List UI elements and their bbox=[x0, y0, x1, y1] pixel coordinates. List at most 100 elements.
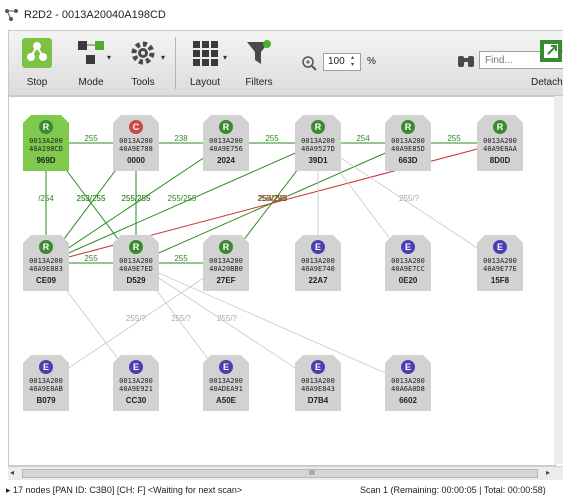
network-node[interactable]: E 0013A200 40A9E921 CC30 bbox=[113, 355, 159, 411]
link-line[interactable] bbox=[45, 142, 319, 264]
node-type-badge: E bbox=[129, 360, 143, 374]
node-address-high: 0013A200 bbox=[301, 257, 335, 265]
node-address-low: 40ADEA91 bbox=[209, 385, 243, 393]
scroll-grip: III bbox=[309, 470, 315, 477]
link-label: /254 bbox=[38, 194, 54, 203]
node-short-address: 15F8 bbox=[490, 276, 510, 285]
node-address-high: 0013A200 bbox=[391, 257, 425, 265]
node-type-badge: C bbox=[129, 120, 143, 134]
mode-label: Mode bbox=[78, 77, 104, 88]
node-short-address: 22A7 bbox=[308, 276, 328, 285]
network-node[interactable]: E 0013A200 40A9E843 D7B4 bbox=[295, 355, 341, 411]
scroll-thumb[interactable]: III bbox=[22, 469, 538, 478]
node-address-low: 40A6A0D8 bbox=[391, 385, 425, 393]
network-node[interactable]: R 0013A200 40A9E85D 663D bbox=[385, 115, 431, 171]
zoom-value: 100 bbox=[328, 56, 345, 67]
zoom-spinner[interactable]: ▴ ▾ bbox=[351, 55, 359, 69]
node-address-low: 40A9E843 bbox=[301, 385, 335, 393]
node-short-address: 6602 bbox=[399, 396, 417, 405]
link-label: 255/? bbox=[217, 314, 238, 323]
network-node[interactable]: E 0013A200 40A9E740 22A7 bbox=[295, 235, 341, 291]
node-short-address: CE09 bbox=[35, 276, 56, 285]
link-label: 255 bbox=[265, 134, 279, 143]
filter-icon bbox=[247, 40, 271, 64]
node-address-high: 0013A200 bbox=[29, 377, 63, 385]
link-label: 254 bbox=[356, 134, 370, 143]
network-node[interactable]: C 0013A200 40A9E788 0000 bbox=[113, 115, 159, 171]
status-summary: ▸ 17 nodes [PAN ID: C3B0] [CH: F] <Waiti… bbox=[6, 485, 243, 495]
scroll-left-icon[interactable]: ◂ bbox=[10, 468, 14, 477]
node-short-address: B079 bbox=[36, 396, 56, 405]
node-type-badge: R bbox=[401, 120, 415, 134]
node-address-low: 40A9E756 bbox=[209, 145, 243, 153]
network-node[interactable]: R 0013A200 40A9527D 39D1 bbox=[295, 115, 341, 171]
node-address-high: 0013A200 bbox=[391, 137, 425, 145]
stop-label: Stop bbox=[26, 77, 48, 88]
node-type-badge: R bbox=[129, 240, 143, 254]
network-node[interactable]: E 0013A200 40A9E7CC 0E20 bbox=[385, 235, 431, 291]
layout-button[interactable]: Layout bbox=[181, 35, 229, 91]
node-address-low: 40A20BB0 bbox=[209, 265, 243, 273]
link-label: 255/? bbox=[126, 314, 147, 323]
detach-label: Detach bbox=[531, 77, 563, 88]
node-short-address: 969D bbox=[36, 156, 56, 165]
network-node[interactable]: E 0013A200 40A9E77E 15F8 bbox=[477, 235, 523, 291]
vertical-scrollbar[interactable] bbox=[554, 96, 563, 464]
node-short-address: 663D bbox=[398, 156, 418, 165]
layout-dropdown-icon[interactable]: ▾ bbox=[223, 53, 231, 63]
network-node[interactable]: R 0013A200 40A9E7ED D529 bbox=[113, 235, 159, 291]
network-node[interactable]: R 0013A200 40A198CD 969D bbox=[23, 115, 69, 171]
node-type-badge: E bbox=[39, 360, 53, 374]
network-graph-canvas[interactable]: 255 238 255 254 255/254 253/255 255/255 253/255… bbox=[8, 96, 556, 466]
node-type-badge: E bbox=[401, 240, 415, 254]
network-node[interactable]: R 0013A200 40A9E756 2024 bbox=[203, 115, 249, 171]
node-short-address: A50E bbox=[215, 396, 236, 405]
node-short-address: CC30 bbox=[125, 396, 147, 405]
link-label: 255 bbox=[447, 134, 461, 143]
node-address-high: 0013A200 bbox=[301, 377, 335, 385]
network-node[interactable]: R 0013A200 40A9E8AA 8D0D bbox=[477, 115, 523, 171]
node-address-low: 40A9E7CC bbox=[391, 265, 425, 273]
horizontal-scrollbar[interactable]: ◂ III ▸ bbox=[8, 466, 563, 480]
node-address-low: 40A9E7ED bbox=[119, 265, 153, 273]
detach-icon bbox=[540, 40, 562, 62]
tools-button[interactable]: Tools bbox=[119, 35, 167, 91]
link-label: 255/? bbox=[171, 314, 192, 323]
link-label: 255/? bbox=[399, 194, 420, 203]
network-node[interactable]: E 0013A200 40A9E8AB B079 bbox=[23, 355, 69, 411]
detach-button[interactable]: Detach bbox=[531, 39, 563, 91]
network-node[interactable]: R 0013A200 40A20BB0 27EF bbox=[203, 235, 249, 291]
mode-button[interactable]: Mode bbox=[67, 35, 115, 91]
link-line[interactable] bbox=[135, 262, 409, 384]
network-node[interactable]: E 0013A200 40ADEA91 A50E bbox=[203, 355, 249, 411]
node-type-badge: R bbox=[219, 120, 233, 134]
stop-button[interactable]: Stop bbox=[13, 35, 61, 91]
status-scan: Scan 1 (Remaining: 00:00:05 | Total: 00:… bbox=[360, 485, 546, 495]
zoom-unit: % bbox=[367, 56, 376, 67]
link-label: 253/255 bbox=[77, 194, 106, 203]
node-address-high: 0013A200 bbox=[29, 137, 63, 145]
zoom-input[interactable]: 100 ▴ ▾ bbox=[323, 53, 361, 71]
link-label: 255 bbox=[174, 254, 188, 263]
link-label: 254/246 bbox=[259, 194, 288, 203]
filters-button[interactable]: Filters bbox=[235, 35, 283, 91]
zoom-icon bbox=[302, 56, 317, 71]
node-short-address: 39D1 bbox=[308, 156, 328, 165]
link-label: 255 bbox=[84, 254, 98, 263]
tools-dropdown-icon[interactable]: ▾ bbox=[161, 53, 169, 63]
scroll-right-icon[interactable]: ▸ bbox=[546, 468, 550, 477]
network-node[interactable]: R 0013A200 40A9E883 CE09 bbox=[23, 235, 69, 291]
mode-icon bbox=[78, 41, 104, 64]
link-label: 238 bbox=[174, 134, 188, 143]
node-short-address: D7B4 bbox=[307, 396, 329, 405]
network-node[interactable]: E 0013A200 40A6A0D8 6602 bbox=[385, 355, 431, 411]
mode-dropdown-icon[interactable]: ▾ bbox=[107, 53, 115, 63]
node-type-badge: E bbox=[311, 240, 325, 254]
node-address-high: 0013A200 bbox=[209, 257, 243, 265]
node-address-high: 0013A200 bbox=[209, 377, 243, 385]
node-type-badge: E bbox=[219, 360, 233, 374]
node-address-low: 40A9E921 bbox=[119, 385, 153, 393]
node-address-high: 0013A200 bbox=[119, 377, 153, 385]
node-short-address: 8D0D bbox=[489, 156, 511, 165]
node-type-badge: R bbox=[219, 240, 233, 254]
